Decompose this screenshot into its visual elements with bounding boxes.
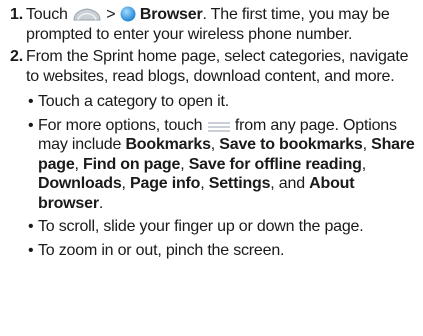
option-save-offline: Save for offline reading bbox=[188, 155, 362, 173]
separator: > bbox=[106, 6, 116, 23]
bullet-text: For more options, touch bbox=[38, 116, 203, 134]
step-number: 2. bbox=[10, 48, 23, 65]
bullet-more-options: For more options, touch from any page. O… bbox=[26, 116, 419, 214]
option-bookmarks: Bookmarks bbox=[125, 136, 211, 153]
step-1: 1. Touch > Browser. The first time, you … bbox=[10, 5, 419, 45]
browser-globe-icon bbox=[120, 6, 136, 22]
bullet-zoom: To zoom in or out, pinch the screen. bbox=[26, 241, 419, 261]
step-body: Touch > Browser. The first time, you may… bbox=[26, 5, 419, 45]
menu-icon bbox=[207, 121, 230, 132]
step-number: 1. bbox=[10, 6, 23, 23]
option-downloads: Downloads bbox=[38, 175, 122, 192]
step-2: 2. From the Sprint home page, select cat… bbox=[10, 47, 419, 264]
bullet-text: and bbox=[278, 175, 305, 192]
option-page-info: Page info bbox=[130, 175, 201, 192]
step-body: From the Sprint home page, select catego… bbox=[26, 47, 419, 264]
option-settings: Settings bbox=[208, 175, 271, 192]
home-icon bbox=[73, 8, 101, 21]
bullet-scroll: To scroll, slide your finger up or down … bbox=[26, 217, 419, 237]
browser-label: Browser bbox=[139, 6, 203, 23]
step-text: Touch bbox=[26, 6, 68, 23]
bullet-list: Touch a category to open it. For more op… bbox=[26, 92, 419, 260]
instructions: 1. Touch > Browser. The first time, you … bbox=[0, 0, 423, 336]
option-save-to-bookmarks: Save to bookmarks bbox=[219, 136, 363, 153]
step-text: From the Sprint home page, select catego… bbox=[26, 48, 409, 85]
option-find-on-page: Find on page bbox=[83, 155, 181, 173]
bullet-open-category: Touch a category to open it. bbox=[26, 92, 419, 112]
